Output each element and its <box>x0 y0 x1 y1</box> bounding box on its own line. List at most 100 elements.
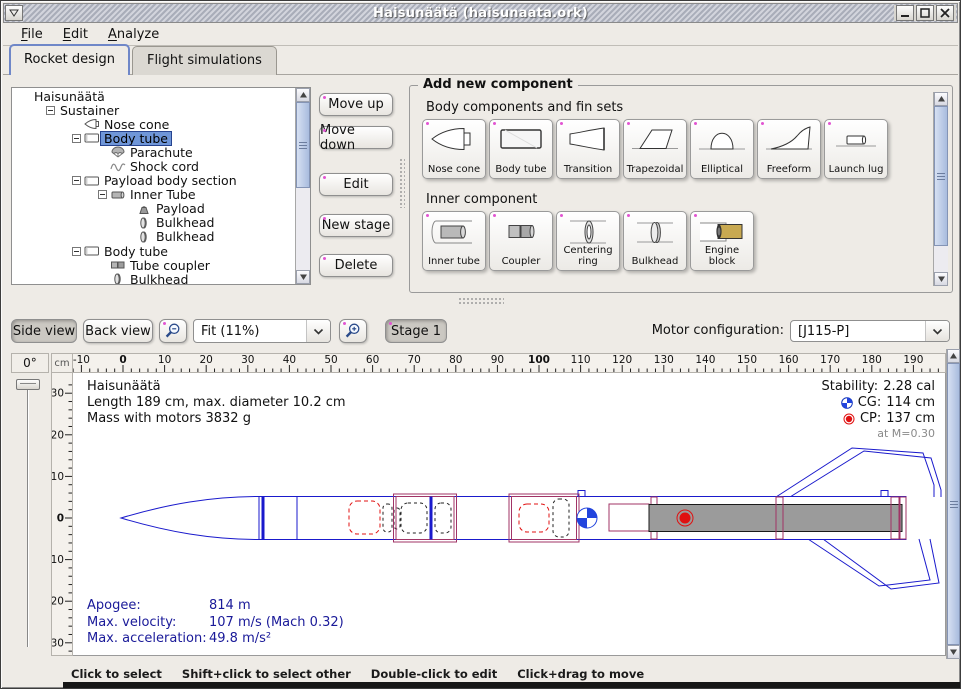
inner-components-row: Inner tubeCouplerCentering ring Bulkhead E… <box>422 211 754 271</box>
stability-label: Stability: <box>822 379 879 395</box>
collapse-icon[interactable] <box>70 134 83 143</box>
add-coupler-button[interactable]: Coupler <box>489 211 553 271</box>
tree-item-body-tube[interactable]: Body tube <box>12 244 295 258</box>
tab-flight-simulations[interactable]: Flight simulations <box>132 46 277 75</box>
component-button-label: Bulkhead <box>632 257 679 268</box>
delete-button[interactable]: Delete <box>319 254 393 277</box>
flight-stat-row: Max. velocity:107 m/s (Mach 0.32) <box>87 615 344 631</box>
bulkhead-icon <box>135 217 153 229</box>
tree-item-tube-coupler[interactable]: Tube coupler <box>12 258 295 272</box>
status-bar: Click to selectShift+click to select oth… <box>1 663 961 684</box>
scroll-up-button[interactable] <box>934 92 948 106</box>
window-menu-button[interactable] <box>5 5 23 21</box>
title-bar[interactable]: Haisunäätä (haisunaata.ork) <box>3 3 958 23</box>
tree-item-bulkhead[interactable]: Bulkhead <box>12 272 295 284</box>
design-info: HaisunäätäLength 189 cm, max. diameter 1… <box>87 379 346 427</box>
add-bulkhead-button[interactable]: Bulkhead <box>623 211 687 271</box>
zoom-level-select[interactable]: Fit (11%) <box>193 319 331 343</box>
collapse-icon[interactable] <box>96 190 109 199</box>
arrow-down-icon <box>299 273 308 281</box>
svg-text:0: 0 <box>119 354 126 366</box>
move-up-button[interactable]: Move up <box>319 93 393 116</box>
bottom-strip <box>63 682 960 688</box>
move-down-button[interactable]: Move down <box>319 126 393 149</box>
svg-text:60: 60 <box>366 354 379 366</box>
bulkhead-large-icon <box>629 215 681 247</box>
vertical-split-handle[interactable] <box>399 158 405 208</box>
stage-toggle-button[interactable]: Stage 1 <box>385 319 447 343</box>
ruler-unit: cm <box>51 353 73 373</box>
add-transition-button[interactable]: Transition <box>556 119 620 179</box>
canvas-scrollbar[interactable] <box>946 349 960 659</box>
tree-item-sustainer[interactable]: Sustainer <box>12 103 295 117</box>
component-button-label: Nose cone <box>428 165 480 176</box>
scrollbar-thumb[interactable] <box>934 106 948 246</box>
rotation-slider-handle[interactable] <box>16 379 40 390</box>
svg-text:10: 10 <box>52 554 64 566</box>
svg-text:170: 170 <box>820 354 840 366</box>
svg-text:180: 180 <box>862 354 882 366</box>
zoom-in-button[interactable] <box>339 319 367 343</box>
vertical-ruler: -30-20-100102030 <box>51 373 73 656</box>
menu-file[interactable]: File <box>11 24 53 45</box>
menu-edit[interactable]: Edit <box>53 24 98 45</box>
scroll-up-button[interactable] <box>296 88 310 102</box>
tree-item-nose-cone[interactable]: Nose cone <box>12 117 295 131</box>
add-trapezoidal-button[interactable]: Trapezoidal <box>623 119 687 179</box>
horizontal-split-handle[interactable] <box>458 297 504 304</box>
add-centering-ring-button[interactable]: Centering ring <box>556 211 620 271</box>
flight-stat-value: 49.8 m/s² <box>209 631 271 647</box>
component-scrollbar[interactable] <box>933 92 948 286</box>
svg-text:90: 90 <box>491 354 504 366</box>
maximize-button[interactable] <box>916 5 934 21</box>
add-engine-block-button[interactable]: Engine block <box>690 211 754 271</box>
minimize-button[interactable] <box>896 5 914 21</box>
tree-item-parachute[interactable]: Parachute <box>12 145 295 159</box>
scroll-down-button[interactable] <box>296 270 310 284</box>
close-button[interactable] <box>936 5 954 21</box>
tree-item-body-tube[interactable]: Body tube <box>12 131 295 145</box>
rocket-canvas[interactable]: HaisunäätäLength 189 cm, max. diameter 1… <box>73 373 946 656</box>
new-stage-button[interactable]: New stage <box>319 214 393 237</box>
tree-item-haisun-t[interactable]: Haisunäätä <box>12 89 295 103</box>
tree-item-inner-tube[interactable]: Inner Tube <box>12 188 295 202</box>
cg-label: CG: <box>858 395 882 411</box>
scrollbar-thumb[interactable] <box>947 363 960 645</box>
add-inner-tube-button[interactable]: Inner tube <box>422 211 486 271</box>
tree-item-payload[interactable]: Payload <box>12 202 295 216</box>
stability-value: 2.28 cal <box>883 379 935 395</box>
motor-configuration-value: [J115-P] <box>791 324 925 339</box>
add-body-tube-button[interactable]: Body tube <box>489 119 553 179</box>
scroll-up-button[interactable] <box>947 349 960 363</box>
scroll-down-button[interactable] <box>947 645 960 659</box>
add-elliptical-button[interactable]: Elliptical <box>690 119 754 179</box>
add-nose-cone-button[interactable]: Nose cone <box>422 119 486 179</box>
svg-text:120: 120 <box>612 354 632 366</box>
motor-configuration-select[interactable]: [J115-P] <box>790 320 950 342</box>
side-view-button[interactable]: Side view <box>11 319 77 343</box>
cg-value: 114 cm <box>886 395 935 411</box>
back-view-button[interactable]: Back view <box>83 319 153 343</box>
add-freeform-button[interactable]: Freeform <box>757 119 821 179</box>
innertube-icon <box>109 189 127 201</box>
arrow-up-icon <box>299 91 308 99</box>
add-launch-lug-button[interactable]: Launch lug <box>824 119 888 179</box>
scroll-down-button[interactable] <box>934 272 948 286</box>
tree-item-payload-body-section[interactable]: Payload body section <box>12 174 295 188</box>
zoom-out-button[interactable] <box>159 319 187 343</box>
edit-button[interactable]: Edit <box>319 173 393 196</box>
tab-rocket-design[interactable]: Rocket design <box>9 44 130 75</box>
collapse-icon[interactable] <box>44 106 57 115</box>
scrollbar-thumb[interactable] <box>296 102 310 188</box>
tree-item-shock-cord[interactable]: Shock cord <box>12 159 295 173</box>
tree-scrollbar[interactable] <box>295 88 310 284</box>
rotation-slider[interactable] <box>13 377 43 651</box>
tree-item-bulkhead[interactable]: Bulkhead <box>12 230 295 244</box>
arrow-up-icon <box>937 95 946 103</box>
tree-item-bulkhead[interactable]: Bulkhead <box>12 216 295 230</box>
component-button-label: Engine block <box>691 246 753 267</box>
component-tree[interactable]: HaisunäätäSustainerNose coneBody tubePar… <box>12 88 295 284</box>
collapse-icon[interactable] <box>70 176 83 185</box>
collapse-icon[interactable] <box>70 247 83 256</box>
menu-analyze[interactable]: Analyze <box>98 24 169 45</box>
